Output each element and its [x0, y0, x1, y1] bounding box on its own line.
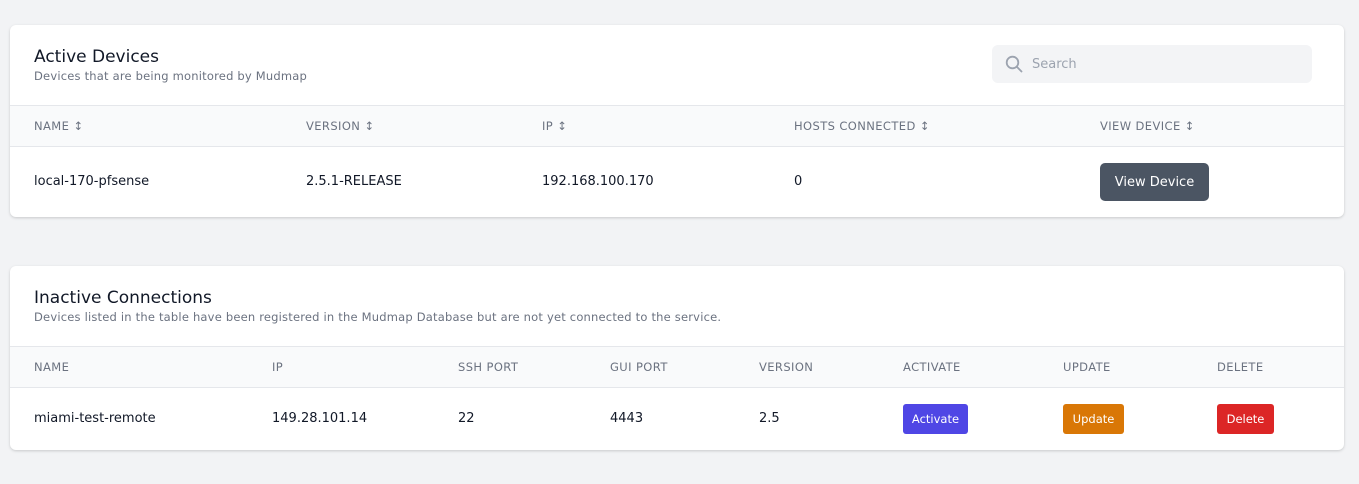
view-device-button[interactable]: View Device: [1100, 163, 1209, 201]
device-ip: 192.168.100.170: [542, 174, 654, 189]
device-hosts-connected: 0: [794, 174, 803, 189]
inactive-connections-subtitle: Devices listed in the table have been re…: [34, 310, 722, 324]
column-header-name: NAME: [34, 360, 70, 374]
column-header-view-device[interactable]: VIEW DEVICE ↕: [1100, 119, 1195, 133]
active-devices-subtitle: Devices that are being monitored by Mudm…: [34, 69, 308, 83]
column-header-gui-port: GUI PORT: [610, 360, 668, 374]
search-box[interactable]: [992, 45, 1312, 83]
inactive-table-header: NAME IP SSH PORT GUI PORT VERSION ACTIVA…: [10, 346, 1344, 388]
delete-button[interactable]: Delete: [1217, 404, 1274, 434]
connection-ssh-port: 22: [458, 411, 475, 426]
column-header-hosts-connected[interactable]: HOSTS CONNECTED ↕: [794, 119, 930, 133]
connection-name: miami-test-remote: [34, 411, 156, 426]
column-header-delete: DELETE: [1217, 360, 1264, 374]
inactive-connections-card: Inactive Connections Devices listed in t…: [10, 266, 1344, 450]
active-devices-card: Active Devices Devices that are being mo…: [10, 25, 1344, 217]
update-button[interactable]: Update: [1063, 404, 1124, 434]
activate-button[interactable]: Activate: [903, 404, 968, 434]
column-header-ssh-port: SSH PORT: [458, 360, 519, 374]
active-table-header: NAME ↕ VERSION ↕ IP ↕ HOSTS CONNECTED ↕ …: [10, 105, 1344, 147]
column-header-ip: IP: [272, 360, 284, 374]
inactive-connections-title: Inactive Connections: [34, 288, 212, 308]
column-header-update: UPDATE: [1063, 360, 1111, 374]
column-header-activate: ACTIVATE: [903, 360, 961, 374]
active-devices-title: Active Devices: [34, 47, 159, 67]
column-header-ip[interactable]: IP ↕: [542, 119, 567, 133]
device-version: 2.5.1-RELEASE: [306, 174, 402, 189]
column-header-version: VERSION: [759, 360, 814, 374]
column-header-version[interactable]: VERSION ↕: [306, 119, 374, 133]
connection-gui-port: 4443: [610, 411, 644, 426]
search-input[interactable]: [1032, 45, 1302, 83]
connection-version: 2.5: [759, 411, 780, 426]
column-header-name[interactable]: NAME ↕: [34, 119, 83, 133]
search-icon: [1005, 55, 1023, 73]
device-name: local-170-pfsense: [34, 174, 150, 189]
connection-ip: 149.28.101.14: [272, 411, 368, 426]
